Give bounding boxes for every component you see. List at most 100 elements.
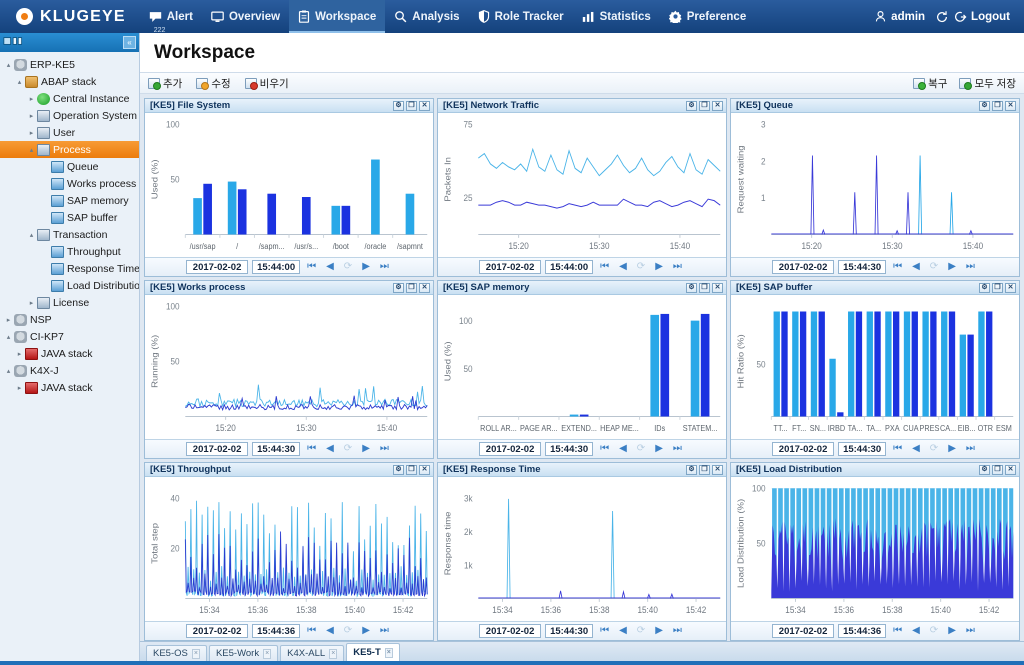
tree-item-sap-memory[interactable]: SAP memory (0, 192, 139, 209)
prev-button[interactable]: ◀ (323, 625, 337, 637)
panel-maximize-button[interactable]: ❐ (992, 100, 1003, 111)
last-button[interactable]: ⏭ (963, 261, 978, 273)
refresh-button[interactable]: ⟳ (341, 443, 355, 455)
panel-close-button[interactable]: ✕ (712, 464, 723, 475)
panel-settings-button[interactable]: ⚙ (686, 282, 697, 293)
first-button[interactable]: ⏮ (304, 625, 319, 637)
tree-twisty-icon[interactable]: ▸ (26, 299, 37, 307)
panel-maximize-button[interactable]: ❐ (406, 100, 417, 111)
panel-settings-button[interactable]: ⚙ (979, 100, 990, 111)
logout-label[interactable]: Logout (971, 11, 1010, 23)
nav-item-alert[interactable]: Alert 222 (140, 0, 202, 34)
save-all-button[interactable]: 모두 저장 (959, 76, 1016, 91)
tree-twisty-icon[interactable]: ▴ (14, 78, 25, 86)
tab-close-icon[interactable]: × (329, 648, 338, 659)
panel-close-button[interactable]: ✕ (1005, 100, 1016, 111)
next-button[interactable]: ▶ (945, 261, 959, 273)
date-field[interactable]: 2017-02-02 (186, 624, 249, 638)
tree-twisty-icon[interactable]: ▸ (3, 316, 14, 324)
time-field[interactable]: 15:44:36 (252, 624, 301, 638)
date-field[interactable]: 2017-02-02 (186, 442, 249, 456)
panel-close-button[interactable]: ✕ (712, 282, 723, 293)
tab-close-icon[interactable]: × (263, 648, 272, 659)
tree-item-load-distribution[interactable]: Load Distribution (0, 277, 139, 294)
tree-item-java-stack[interactable]: ▸ JAVA stack (0, 379, 139, 396)
prev-button[interactable]: ◀ (909, 443, 923, 455)
sidebar-collapse-button[interactable]: « (123, 36, 136, 49)
time-field[interactable]: 15:44:30 (838, 260, 887, 274)
first-button[interactable]: ⏮ (890, 261, 905, 273)
nav-item-role-tracker[interactable]: Role Tracker (469, 0, 573, 33)
panel-settings-button[interactable]: ⚙ (393, 100, 404, 111)
date-field[interactable]: 2017-02-02 (772, 624, 835, 638)
prev-button[interactable]: ◀ (616, 625, 630, 637)
prev-button[interactable]: ◀ (909, 625, 923, 637)
first-button[interactable]: ⏮ (597, 443, 612, 455)
tree-item-user[interactable]: ▸ User (0, 124, 139, 141)
prev-button[interactable]: ◀ (909, 261, 923, 273)
panel-close-button[interactable]: ✕ (712, 100, 723, 111)
tree-twisty-icon[interactable]: ▸ (26, 95, 37, 103)
panel-close-button[interactable]: ✕ (1005, 464, 1016, 475)
tree-twisty-icon[interactable]: ▸ (26, 129, 37, 137)
workspace-tab-ke5-t[interactable]: KE5-T × (346, 643, 400, 661)
date-field[interactable]: 2017-02-02 (186, 260, 249, 274)
tree-twisty-icon[interactable]: ▸ (14, 350, 25, 358)
restore-button[interactable]: 복구 (913, 76, 947, 91)
panel-settings-button[interactable]: ⚙ (686, 100, 697, 111)
prev-button[interactable]: ◀ (323, 261, 337, 273)
last-button[interactable]: ⏭ (963, 625, 978, 637)
nav-item-overview[interactable]: Overview (202, 0, 289, 33)
tree-item-nsp[interactable]: ▸ NSP (0, 311, 139, 328)
tree-twisty-icon[interactable]: ▴ (26, 146, 37, 154)
tree-item-operation-system[interactable]: ▸ Operation System (0, 107, 139, 124)
add-button[interactable]: 추가 (148, 76, 182, 91)
panel-maximize-button[interactable]: ❐ (992, 282, 1003, 293)
date-field[interactable]: 2017-02-02 (772, 260, 835, 274)
edit-button[interactable]: 수정 (196, 76, 231, 91)
time-field[interactable]: 15:44:30 (252, 442, 301, 456)
refresh-button[interactable]: ⟳ (341, 625, 355, 637)
panel-close-button[interactable]: ✕ (1005, 282, 1016, 293)
time-field[interactable]: 15:44:30 (545, 624, 594, 638)
clear-button[interactable]: 비우기 (244, 76, 289, 91)
prev-button[interactable]: ◀ (616, 261, 630, 273)
refresh-icon[interactable] (935, 10, 949, 24)
nav-item-analysis[interactable]: Analysis (385, 0, 468, 33)
tree-twisty-icon[interactable]: ▴ (3, 367, 14, 375)
next-button[interactable]: ▶ (359, 625, 373, 637)
next-button[interactable]: ▶ (945, 443, 959, 455)
panel-maximize-button[interactable]: ❐ (406, 464, 417, 475)
panel-close-button[interactable]: ✕ (419, 282, 430, 293)
last-button[interactable]: ⏭ (670, 625, 685, 637)
last-button[interactable]: ⏭ (670, 443, 685, 455)
last-button[interactable]: ⏭ (377, 625, 392, 637)
next-button[interactable]: ▶ (652, 261, 666, 273)
nav-item-workspace[interactable]: Workspace (289, 0, 386, 33)
tree-item-process[interactable]: ▴ Process (0, 141, 139, 158)
last-button[interactable]: ⏭ (377, 261, 392, 273)
panel-maximize-button[interactable]: ❐ (699, 100, 710, 111)
next-button[interactable]: ▶ (359, 261, 373, 273)
date-field[interactable]: 2017-02-02 (479, 260, 542, 274)
refresh-button[interactable]: ⟳ (634, 261, 648, 273)
panel-maximize-button[interactable]: ❐ (406, 282, 417, 293)
refresh-button[interactable]: ⟳ (927, 443, 941, 455)
last-button[interactable]: ⏭ (377, 443, 392, 455)
panel-settings-button[interactable]: ⚙ (979, 282, 990, 293)
date-field[interactable]: 2017-02-02 (772, 442, 835, 456)
first-button[interactable]: ⏮ (304, 261, 319, 273)
last-button[interactable]: ⏭ (670, 261, 685, 273)
refresh-button[interactable]: ⟳ (634, 443, 648, 455)
tree-item-ci-kp7[interactable]: ▴ CI-KP7 (0, 328, 139, 345)
time-field[interactable]: 15:44:30 (838, 442, 887, 456)
panel-maximize-button[interactable]: ❐ (699, 464, 710, 475)
last-button[interactable]: ⏭ (963, 443, 978, 455)
nav-item-statistics[interactable]: Statistics (573, 0, 660, 33)
tree-item-license[interactable]: ▸ License (0, 294, 139, 311)
tree-item-k4x-j[interactable]: ▴ K4X-J (0, 362, 139, 379)
tree-twisty-icon[interactable]: ▸ (26, 112, 37, 120)
first-button[interactable]: ⏮ (890, 625, 905, 637)
panel-settings-button[interactable]: ⚙ (393, 464, 404, 475)
time-field[interactable]: 15:44:36 (838, 624, 887, 638)
